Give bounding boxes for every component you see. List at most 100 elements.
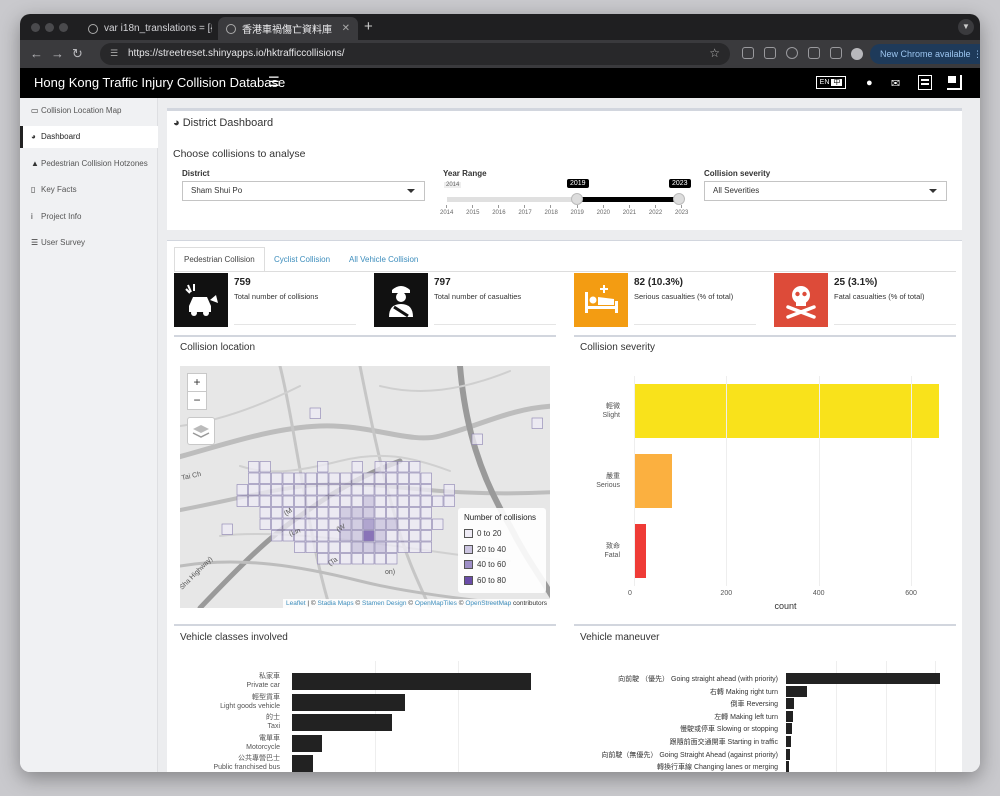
sidebar-item-dashboard[interactable]: ◕ Dashboard (20, 126, 158, 148)
tab-search-chevron-icon[interactable]: ▼ (958, 19, 974, 35)
year-slider-selection[interactable] (577, 197, 680, 202)
severity-x-axis-label: count (774, 601, 797, 611)
collision-grid-cell (317, 530, 329, 542)
collision-grid-cell (328, 484, 340, 496)
collision-grid-cell (317, 461, 329, 473)
year-tick-label: 2021 (622, 210, 637, 216)
legend-swatch (464, 529, 473, 539)
collision-grid-cell (317, 518, 329, 530)
new-chrome-available-button[interactable]: New Chrome available ⋮ (870, 44, 980, 64)
browser-tab-2[interactable]: 香港車禍傷亡資料庫 ✕ (218, 17, 358, 40)
lang-zh[interactable]: 中 (831, 79, 843, 86)
profile-avatar[interactable] (851, 48, 863, 60)
sidebar-item-user-survey[interactable]: ☰ User Survey (20, 232, 158, 254)
address-bar[interactable]: ☰ https://streetreset.shinyapps.io/hktra… (100, 43, 730, 65)
maneuver-category-label: 轉換行車線 Changing lanes or merging (657, 764, 778, 772)
bookmark-star-icon[interactable]: ☆ (709, 46, 720, 60)
back-arrow-icon[interactable]: ← (30, 46, 43, 61)
globe-icon (226, 23, 236, 34)
osm-link[interactable]: OpenStreetMap (465, 600, 511, 607)
tab-cyclist-collision[interactable]: Cyclist Collision (274, 255, 330, 264)
severity-bar (634, 453, 672, 509)
year-tick-mark (654, 205, 656, 208)
category-zh: 輕型貨車 (252, 693, 280, 701)
lang-en[interactable]: EN (820, 79, 830, 86)
collision-grid-cell (397, 495, 409, 507)
translate-icon[interactable] (808, 47, 820, 59)
collision-grid-cell (420, 518, 432, 530)
partner-logo-1[interactable] (918, 75, 932, 90)
collision-grid-cell (236, 495, 248, 507)
forward-arrow-icon[interactable]: → (51, 46, 64, 61)
district-select[interactable]: Sham Shui Po (182, 181, 425, 201)
severity-gridline (911, 376, 913, 586)
collision-grid-cell (221, 523, 233, 535)
copy-icon[interactable] (742, 47, 754, 59)
leaflet-link[interactable]: Leaflet (286, 600, 306, 607)
layers-button[interactable] (187, 417, 215, 445)
stamen-link[interactable]: Stamen Design (362, 600, 406, 607)
severity-category-label: 致命 Fatal (574, 542, 620, 560)
reload-icon[interactable]: ↻ (72, 46, 83, 62)
browser-tab-bar: var i18n_translations = [{"zh" 香港車禍傷亡資料庫… (20, 14, 980, 40)
stadia-link[interactable]: Stadia Maps (317, 600, 353, 607)
tab-all-vehicle-collision[interactable]: All Vehicle Collision (349, 255, 418, 264)
sidebar-item-hotzones[interactable]: ▲ Pedestrian Collision Hotzones (20, 153, 158, 175)
collision-grid-cell (328, 541, 340, 553)
sidebar-item-collision-map[interactable]: ▭ Collision Location Map (20, 100, 158, 122)
year-tick-mark (446, 205, 447, 208)
category-zh: 電單車 (259, 734, 280, 742)
history-icon[interactable] (786, 47, 798, 59)
collision-map[interactable]: Tai Ch (Lin (M (Ta Sha Highway) (W on) +… (180, 366, 550, 608)
partner-logo-2[interactable] (947, 75, 962, 90)
year-from-handle[interactable] (571, 193, 583, 205)
vehicle-category-label: 私家車 Private car (174, 672, 280, 690)
sidebar-item-project-info[interactable]: i Project Info (20, 206, 158, 228)
close-tab-icon[interactable]: ✕ (342, 23, 350, 34)
year-to-handle[interactable] (673, 193, 685, 205)
browser-tab-1[interactable]: var i18n_translations = [{"zh" (80, 17, 216, 40)
stat-value: 797 (434, 277, 451, 288)
attribution-separator: © (353, 600, 363, 607)
severity-label: Collision severity (704, 169, 771, 178)
new-tab-button[interactable]: + (364, 18, 373, 35)
collision-grid-cell (397, 530, 409, 542)
language-switch[interactable]: EN 中 (816, 76, 846, 89)
collision-grid-cell (432, 495, 444, 507)
collision-grid-cell (294, 472, 306, 484)
year-to-tag: 2023 (669, 179, 691, 188)
extensions-puzzle-icon[interactable] (764, 47, 776, 59)
mail-icon[interactable]: ✉ (891, 77, 900, 90)
zoom-in-button[interactable]: + (187, 373, 207, 392)
menu-toggle-icon[interactable]: ☰ (268, 74, 280, 90)
stat-label: Serious casualties (% of total) (634, 292, 734, 301)
collision-grid-cell (420, 507, 432, 519)
collision-grid-cell (340, 530, 352, 542)
sidepanel-icon[interactable] (830, 47, 842, 59)
collision-grid-cell (420, 484, 432, 496)
year-tick-mark (628, 205, 630, 208)
severity-select[interactable]: All Severities (704, 181, 947, 201)
openmaptiles-link[interactable]: OpenMapTiles (415, 600, 457, 607)
collision-grid-cell (317, 541, 329, 553)
warning-icon: ▲ (31, 159, 39, 168)
maneuver-bar (786, 761, 790, 772)
close-window-button[interactable] (31, 23, 40, 32)
collision-grid-cell (340, 484, 352, 496)
zoom-out-button[interactable]: − (187, 391, 207, 410)
vehicle-bar (292, 714, 392, 731)
sidebar-item-label: Key Facts (41, 185, 77, 194)
github-icon[interactable]: ● (866, 77, 873, 89)
sidebar-item-key-facts[interactable]: ▯ Key Facts (20, 179, 158, 201)
collision-grid-cell (397, 472, 409, 484)
maximize-window-button[interactable] (59, 23, 68, 32)
maneuver-bar (786, 736, 791, 747)
stat-value: 82 (10.3%) (634, 277, 683, 288)
minimize-window-button[interactable] (45, 23, 54, 32)
collision-grid-cell (386, 472, 398, 484)
site-info-icon[interactable]: ☰ (110, 48, 120, 58)
tab-pedestrian-collision[interactable]: Pedestrian Collision (174, 247, 265, 272)
book-icon: ▯ (31, 185, 36, 194)
collision-grid-cell (363, 484, 375, 496)
collision-grid-cell (363, 507, 375, 519)
